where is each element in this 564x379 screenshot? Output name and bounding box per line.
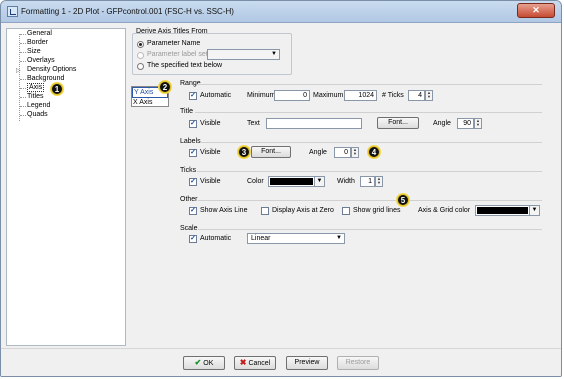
radio-specified-text[interactable] (137, 63, 144, 70)
tree-item-titles[interactable]: Titles (27, 93, 43, 101)
ticks-count-input[interactable]: 4 (408, 90, 425, 101)
spin-down-icon: ▼ (353, 151, 357, 156)
tree-item-quads[interactable]: Quads (27, 111, 48, 119)
callout-badge-1: 1 (51, 83, 63, 95)
category-tree[interactable]: General Border Size Overlays ▷ Density O… (6, 28, 126, 346)
labels-visible-checkbox[interactable]: ✓ (189, 149, 197, 157)
title-visible-label: Visible (200, 120, 221, 127)
ticks-group-title: Ticks (180, 167, 197, 174)
tree-item-legend[interactable]: Legend (27, 102, 50, 110)
close-button[interactable]: ✕ (517, 3, 555, 18)
axis-grid-color-picker[interactable]: ▼ (475, 205, 540, 216)
radio-parameter-label-set-label: Parameter label set (147, 51, 208, 58)
minimum-label: Minimum (247, 92, 276, 99)
labels-angle-input[interactable]: 0 (334, 147, 351, 158)
tree-item-overlays[interactable]: Overlays (27, 57, 55, 65)
radio-parameter-label-set[interactable] (137, 52, 144, 59)
window-title: Formatting 1 - 2D Plot - GFPcontrol.001 … (21, 7, 234, 16)
tree-item-border[interactable]: Border (27, 39, 48, 47)
tree-item-axis[interactable]: Axis (27, 83, 45, 92)
expand-icon[interactable]: ▷ (16, 67, 21, 74)
labels-angle-spinner[interactable]: ▲ ▼ (351, 147, 359, 158)
radio-specified-text-label: The specified text below (147, 62, 223, 69)
title-angle-spinner[interactable]: ▲ ▼ (474, 118, 482, 129)
show-axis-line-checkbox[interactable]: ✓ (189, 207, 197, 215)
other-group-title: Other (180, 196, 198, 203)
chevron-down-icon: ▼ (271, 51, 277, 57)
scale-automatic-checkbox[interactable]: ✓ (189, 235, 197, 243)
tree-item-general[interactable]: General (27, 30, 52, 38)
chevron-down-icon: ▼ (314, 177, 324, 186)
spin-down-icon: ▼ (476, 122, 480, 127)
cancel-button-label: Cancel (248, 360, 271, 367)
callout-badge-3: 3 (238, 146, 250, 158)
maximum-input[interactable]: 1024 (344, 90, 377, 101)
app-icon (7, 6, 18, 17)
close-icon: ✖ (239, 358, 247, 367)
callout-badge-2: 2 (159, 81, 171, 93)
restore-button[interactable]: Restore (337, 356, 379, 370)
minimum-input[interactable]: 0 (274, 90, 310, 101)
ticks-visible-checkbox[interactable]: ✓ (189, 178, 197, 186)
radio-parameter-name-label: Parameter Name (147, 40, 201, 47)
range-automatic-label: Automatic (200, 92, 232, 99)
ticks-color-picker[interactable]: ▼ (268, 176, 325, 187)
ticks-color-swatch (270, 178, 313, 185)
formatting-dialog: Formatting 1 - 2D Plot - GFPcontrol.001 … (0, 0, 562, 377)
title-text-label: Text (247, 120, 260, 127)
ticks-width-label: Width (337, 178, 355, 185)
title-text-input[interactable] (266, 118, 362, 129)
ok-button[interactable]: ✔ OK (183, 356, 225, 370)
ticks-color-label: Color (247, 178, 264, 185)
show-axis-line-label: Show Axis Line (200, 207, 248, 214)
scale-group-title: Scale (180, 225, 198, 232)
label-set-select[interactable]: ▼ (207, 49, 280, 60)
labels-angle-label: Angle (309, 149, 327, 156)
scale-type-value: Linear (251, 235, 271, 242)
tree-item-background[interactable]: Background (27, 75, 64, 83)
ok-button-label: OK (203, 360, 214, 367)
title-angle-input[interactable]: 90 (457, 118, 474, 129)
callout-badge-5: 5 (397, 194, 409, 206)
axis-grid-color-label: Axis & Grid color (418, 207, 471, 214)
tree-item-density-options[interactable]: Density Options (27, 66, 76, 74)
callout-badge-4: 4 (368, 146, 380, 158)
show-grid-lines-label: Show grid lines (353, 207, 401, 214)
display-axis-zero-checkbox[interactable] (261, 207, 269, 215)
spin-down-icon: ▼ (427, 94, 431, 99)
check-icon: ✔ (194, 358, 202, 367)
range-automatic-checkbox[interactable]: ✓ (189, 92, 197, 100)
title-visible-checkbox[interactable]: ✓ (189, 120, 197, 128)
title-bar: Formatting 1 - 2D Plot - GFPcontrol.001 … (1, 1, 561, 23)
preview-button[interactable]: Preview (286, 356, 328, 370)
chevron-down-icon: ▼ (529, 206, 539, 215)
cancel-button[interactable]: ✖ Cancel (234, 356, 276, 370)
ticks-visible-label: Visible (200, 178, 221, 185)
display-axis-zero-label: Display Axis at Zero (272, 207, 334, 214)
labels-group-title: Labels (180, 138, 201, 145)
radio-parameter-name[interactable] (137, 41, 144, 48)
tree-item-axis-label: Axis (27, 83, 45, 92)
spin-down-icon: ▼ (377, 180, 381, 185)
ticks-width-spinner[interactable]: ▲ ▼ (375, 176, 383, 187)
ticks-count-spinner[interactable]: ▲ ▼ (425, 90, 433, 101)
axis-item-x[interactable]: X Axis (132, 98, 168, 107)
axis-grid-color-swatch (477, 207, 528, 214)
title-group-title: Title (180, 108, 193, 115)
scale-type-select[interactable]: Linear ▼ (247, 233, 345, 244)
labels-visible-label: Visible (200, 149, 221, 156)
chevron-down-icon: ▼ (336, 235, 342, 241)
title-angle-label: Angle (433, 120, 451, 127)
labels-font-button[interactable]: Font... (251, 146, 291, 158)
title-font-button[interactable]: Font... (377, 117, 419, 129)
ticks-width-input[interactable]: 1 (360, 176, 375, 187)
scale-automatic-label: Automatic (200, 235, 232, 242)
tree-item-size[interactable]: Size (27, 48, 41, 56)
button-bar: ✔ OK ✖ Cancel Preview Restore (1, 348, 561, 376)
maximum-label: Maximum (313, 92, 344, 99)
show-grid-lines-checkbox[interactable] (342, 207, 350, 215)
ticks-count-label: # Ticks (382, 92, 404, 99)
